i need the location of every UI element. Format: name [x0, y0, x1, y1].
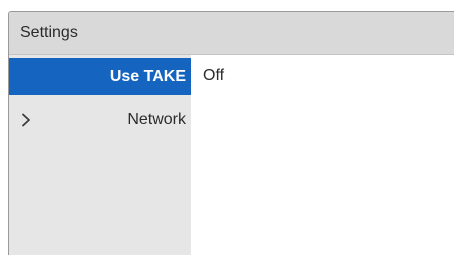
window-title: Settings: [20, 24, 78, 41]
use-take-value[interactable]: Off: [203, 66, 224, 86]
sidebar-item-label: Use TAKE: [109, 67, 186, 85]
settings-content: Off: [191, 55, 454, 255]
settings-window: Settings Use TAKE Network Off: [8, 11, 454, 255]
title-bar: Settings: [9, 12, 454, 55]
sidebar-item-label: Network: [127, 110, 186, 128]
settings-sidebar: Use TAKE Network: [9, 55, 191, 255]
sidebar-item-use-take[interactable]: Use TAKE: [9, 58, 191, 95]
chevron-right-icon: [21, 113, 31, 127]
sidebar-item-network[interactable]: Network: [9, 99, 191, 140]
